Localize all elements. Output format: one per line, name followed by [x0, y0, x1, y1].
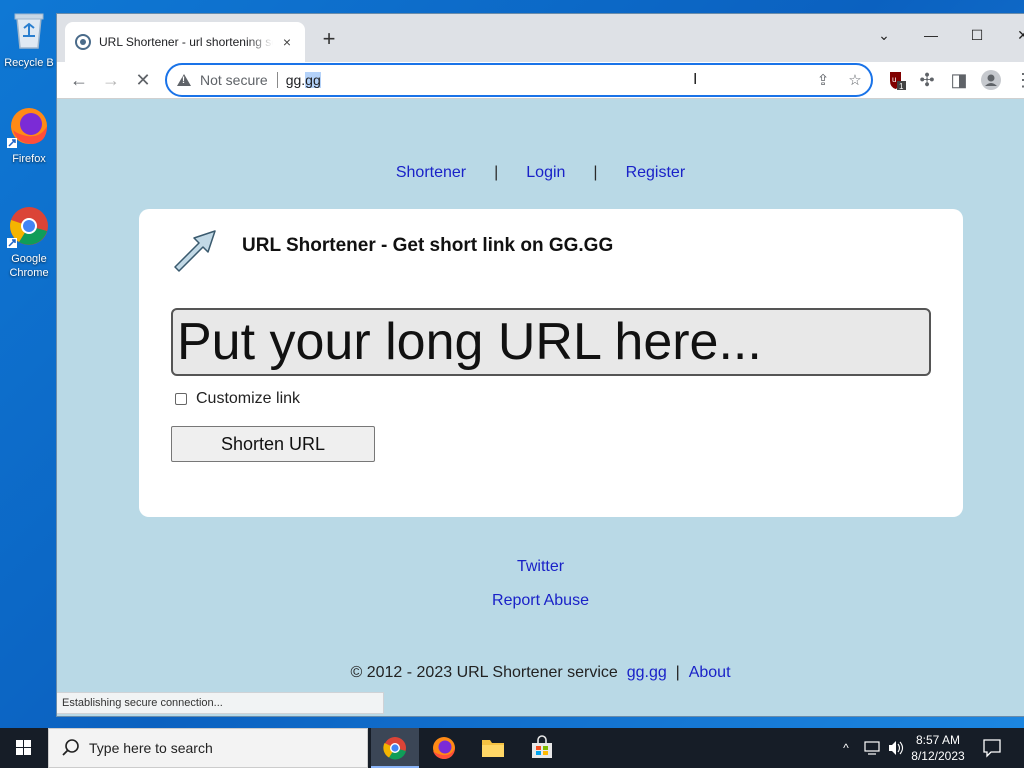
desktop-icon-firefox[interactable]: Firefox: [0, 104, 58, 166]
url-host-prefix: gg.: [285, 72, 306, 88]
volume-icon[interactable]: [884, 728, 906, 768]
address-bar[interactable]: Not secure gg.gg I ⇪ ☆: [165, 63, 873, 97]
tab-url-shortener[interactable]: URL Shortener - url shortening service ×: [65, 22, 305, 62]
firefox-icon: [7, 104, 51, 148]
security-chip[interactable]: Not secure: [200, 72, 278, 88]
nav-separator: |: [593, 164, 598, 181]
extension-badge: 1: [899, 82, 904, 91]
url-text[interactable]: gg.gg: [286, 72, 321, 88]
share-icon[interactable]: ⇪: [813, 71, 833, 91]
customize-link-row[interactable]: Customize link: [175, 390, 300, 408]
url-selected-text: gg: [305, 72, 321, 88]
start-button[interactable]: [0, 728, 48, 768]
clock-time: 8:57 AM: [915, 733, 961, 747]
search-placeholder: Type here to search: [89, 740, 213, 756]
card-title: URL Shortener - Get short link on GG.GG: [242, 235, 614, 256]
chrome-icon: [383, 737, 406, 760]
desktop-icon-label: Recycle B: [4, 57, 54, 69]
copyright-text: © 2012 - 2023 URL Shortener service: [350, 664, 618, 681]
search-icon: [62, 739, 79, 756]
folder-icon: [482, 740, 504, 757]
twitter-link[interactable]: Twitter: [517, 558, 564, 575]
extensions-puzzle-icon[interactable]: ✣: [913, 66, 941, 94]
report-abuse-link[interactable]: Report Abuse: [492, 592, 589, 609]
close-window-button[interactable]: ✕: [1000, 20, 1024, 50]
site-home-link[interactable]: gg.gg: [627, 664, 667, 681]
tab-search-button[interactable]: ⌄: [861, 20, 907, 50]
shorten-url-button[interactable]: Shorten URL: [171, 426, 375, 462]
minimize-button[interactable]: —: [908, 20, 954, 50]
taskbar-firefox[interactable]: [420, 728, 468, 768]
notifications-icon[interactable]: [978, 728, 1006, 768]
taskbar-search-box[interactable]: Type here to search: [48, 728, 368, 768]
long-url-input[interactable]: [171, 308, 931, 376]
loading-favicon-icon: [75, 34, 91, 50]
desktop-icon-recycle-bin[interactable]: Recycle B: [0, 8, 58, 70]
browser-toolbar: ← → ✕ Not secure gg.gg I ⇪ ☆ u 1 ✣ ◨ ⋮: [57, 62, 1024, 99]
taskbar: Type here to search ^ 8:57 AM 8/12/2023: [0, 728, 1024, 768]
svg-text:u: u: [892, 75, 896, 84]
nav-shortener-link[interactable]: Shortener: [396, 164, 466, 181]
back-arrow-icon[interactable]: ←: [65, 66, 93, 94]
recycle-bin-icon: [7, 8, 51, 52]
desktop-icon-label: Google: [11, 253, 47, 265]
forward-arrow-icon[interactable]: →: [97, 66, 125, 94]
stop-loading-icon[interactable]: ✕: [129, 66, 157, 94]
ublock-extension-icon[interactable]: u 1: [883, 66, 911, 94]
footer-report-row: Report Abuse: [57, 592, 1024, 610]
taskbar-chrome[interactable]: [371, 728, 419, 768]
new-tab-button[interactable]: +: [317, 28, 341, 50]
network-icon[interactable]: [860, 728, 884, 768]
desktop-icon-label: Firefox: [12, 153, 46, 165]
footer-separator: |: [675, 664, 680, 681]
text-cursor-icon: I: [693, 71, 698, 88]
firefox-icon: [433, 737, 455, 759]
tab-strip: URL Shortener - url shortening service ×…: [57, 14, 1024, 62]
taskbar-store[interactable]: [518, 728, 566, 768]
nav-register-link[interactable]: Register: [626, 164, 686, 181]
about-link[interactable]: About: [689, 664, 731, 681]
browser-window: URL Shortener - url shortening service ×…: [57, 14, 1024, 716]
web-page: Shortener | Login | Register URL Shortener -…: [57, 100, 1024, 716]
copyright-footer: © 2012 - 2023 URL Shortener service gg.g…: [57, 664, 1024, 682]
browser-menu-icon[interactable]: ⋮: [1009, 66, 1024, 94]
chrome-icon: [7, 204, 51, 248]
desktop-icon-label: Chrome: [9, 267, 49, 279]
customize-link-checkbox[interactable]: [175, 393, 187, 405]
nav-separator: |: [494, 164, 499, 181]
nav-login-link[interactable]: Login: [526, 164, 565, 181]
bookmark-star-icon[interactable]: ☆: [845, 71, 865, 91]
tab-title: URL Shortener - url shortening service: [99, 35, 273, 49]
profile-avatar-icon[interactable]: [977, 66, 1005, 94]
status-bubble: Establishing secure connection...: [57, 692, 384, 714]
site-logo-arrow-icon: [174, 230, 216, 272]
side-panel-icon[interactable]: ◨: [945, 66, 973, 94]
show-hidden-icons-chevron-icon[interactable]: ^: [836, 728, 856, 768]
top-navigation: Shortener | Login | Register: [57, 164, 1024, 182]
footer-twitter-row: Twitter: [57, 558, 1024, 576]
shortener-card: URL Shortener - Get short link on GG.GG …: [139, 209, 963, 517]
windows-logo-icon: [16, 740, 31, 755]
clock-date: 8/12/2023: [911, 749, 965, 763]
store-bag-icon: [532, 735, 552, 758]
maximize-button[interactable]: ☐: [954, 20, 1000, 50]
clock[interactable]: 8:57 AM 8/12/2023: [906, 728, 970, 768]
taskbar-file-explorer[interactable]: [469, 728, 517, 768]
desktop-icon-chrome[interactable]: Google Chrome: [0, 204, 58, 280]
tab-close-icon[interactable]: ×: [279, 34, 295, 50]
warning-triangle-icon: [177, 74, 191, 86]
customize-link-label[interactable]: Customize link: [196, 390, 300, 408]
